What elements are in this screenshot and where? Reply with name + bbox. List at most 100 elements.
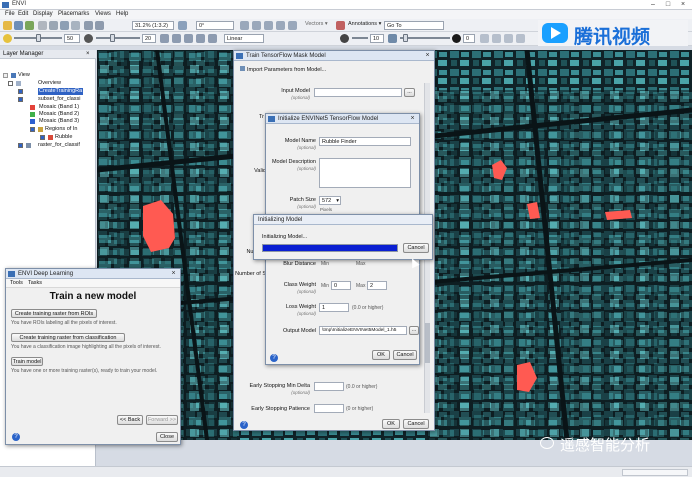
menu-tools[interactable]: Tools — [10, 280, 23, 286]
green-band-icon — [30, 112, 35, 117]
cursor-value-icon[interactable] — [276, 21, 285, 30]
import-parameters-link[interactable]: Import Parameters from Model... — [240, 66, 326, 73]
roi-icon[interactable] — [288, 21, 297, 30]
early-stopping-min-delta-field[interactable] — [314, 382, 344, 391]
help-icon[interactable]: ? — [270, 354, 278, 362]
cancel-button[interactable]: Cancel — [403, 243, 429, 253]
class-weight-sub: (optional) — [297, 289, 316, 294]
model-description-field[interactable] — [319, 158, 411, 188]
sharpen-value[interactable]: 10 — [370, 34, 384, 43]
input-model-browse-button[interactable]: ... — [404, 88, 415, 97]
pan-icon[interactable] — [60, 21, 69, 30]
zoom-in-icon[interactable] — [84, 21, 93, 30]
watermark-top-text: 腾讯视频 — [574, 26, 651, 48]
menu-file[interactable]: File — [5, 11, 15, 17]
loss-weight-label: Loss Weight — [285, 304, 316, 310]
square-root-icon[interactable] — [208, 34, 217, 43]
cursor-icon[interactable] — [38, 21, 47, 30]
class-weight-min-field[interactable]: 0 — [331, 281, 351, 290]
train-model-button[interactable]: Train model — [11, 357, 43, 366]
output-model-field[interactable]: \tmp\InitializeENVINet5Model_1.h5 — [319, 326, 407, 335]
ok-button[interactable]: OK — [382, 419, 400, 429]
histogram-icon[interactable] — [160, 34, 169, 43]
close-button[interactable]: Close — [156, 432, 178, 442]
cancel-button[interactable]: Cancel — [403, 419, 429, 429]
close-icon[interactable]: × — [169, 270, 178, 278]
help-icon[interactable]: ? — [240, 421, 248, 429]
sharpen-slider[interactable] — [352, 37, 368, 39]
contrast-slider[interactable] — [96, 37, 140, 39]
pixel-locator-icon[interactable] — [264, 21, 273, 30]
rotation-combo[interactable]: 0° — [196, 21, 234, 30]
data-manager-icon[interactable] — [14, 21, 23, 30]
transparency-value[interactable]: 0 — [463, 34, 475, 43]
annotations-menu[interactable]: Annotations ▾ — [348, 21, 381, 27]
contrast-knob[interactable] — [110, 34, 115, 42]
early-stopping-min-delta-label: Early Stopping Min Delta — [249, 383, 310, 389]
scrollbar-thumb[interactable] — [425, 323, 430, 363]
transparency-knob[interactable] — [403, 34, 408, 42]
create-from-classification-button[interactable]: Create training raster from classificati… — [11, 333, 125, 342]
close-icon[interactable]: × — [86, 51, 90, 57]
cancel-button[interactable]: Cancel — [393, 350, 417, 360]
stretch-icon[interactable] — [172, 34, 181, 43]
menu-display[interactable]: Display — [33, 11, 53, 17]
brightness-value[interactable]: 50 — [64, 34, 80, 43]
model-name-field[interactable]: Rubble Finder — [319, 137, 411, 146]
swipe-icon[interactable] — [504, 34, 513, 43]
class-weight-max-field[interactable]: 2 — [367, 281, 387, 290]
class-weight-min-label: Min — [321, 283, 330, 289]
min-delta-hint: (0.0 or higher) — [346, 384, 378, 390]
rotate-icon[interactable] — [71, 21, 80, 30]
close-icon[interactable]: × — [423, 52, 432, 60]
wechat-icon — [540, 437, 554, 449]
measure-icon[interactable] — [252, 21, 261, 30]
output-model-browse-button[interactable]: ... — [409, 326, 419, 335]
crosshair-icon[interactable] — [240, 21, 249, 30]
back-button[interactable]: << Back — [117, 415, 143, 425]
loss-weight-field[interactable]: 1 — [319, 303, 349, 312]
close-icon[interactable]: × — [676, 1, 690, 9]
stretch-combo[interactable]: Linear — [224, 34, 264, 43]
menu-edit[interactable]: Edit — [18, 11, 28, 17]
layer-manager-title: Layer Manager — [0, 50, 96, 59]
goto-combo[interactable]: Go To — [384, 21, 444, 30]
tree-item-training-raster[interactable]: CreateTrainingRa — [18, 88, 84, 95]
maximize-icon[interactable]: □ — [661, 1, 675, 9]
zoom-out-icon[interactable] — [95, 21, 104, 30]
open-icon[interactable] — [3, 21, 12, 30]
close-icon[interactable]: × — [408, 115, 417, 123]
flicker-icon[interactable] — [492, 34, 501, 43]
number-of-label: Number of S — [235, 271, 266, 277]
patch-size-field[interactable]: 572 ▾ — [319, 196, 341, 205]
menu-help[interactable]: Help — [116, 11, 128, 17]
forward-button[interactable]: Forward >> — [146, 415, 178, 425]
vectors-menu[interactable]: Vectors ▾ — [305, 21, 328, 27]
equalize-icon[interactable] — [184, 34, 193, 43]
ok-button[interactable]: OK — [372, 350, 390, 360]
help-icon[interactable]: ? — [12, 433, 20, 441]
contrast-value[interactable]: 20 — [142, 34, 156, 43]
create-from-rois-button[interactable]: Create training raster from ROIs — [11, 309, 97, 318]
zoom-combo[interactable]: 31.2% (1:3.2) — [132, 21, 174, 30]
early-stopping-patience-field[interactable] — [314, 404, 344, 413]
minimize-icon[interactable]: – — [646, 1, 660, 9]
menu-tasks[interactable]: Tasks — [28, 280, 42, 286]
gaussian-icon[interactable] — [196, 34, 205, 43]
spinner-icon[interactable]: ▾ — [336, 197, 339, 204]
layer-icon[interactable] — [25, 21, 34, 30]
input-model-field[interactable] — [314, 88, 402, 97]
portal-icon[interactable] — [480, 34, 489, 43]
status-progress-area — [622, 469, 688, 476]
select-icon[interactable] — [49, 21, 58, 30]
brightness-knob[interactable] — [36, 34, 41, 42]
contrast-icon — [84, 34, 93, 43]
title-bar: ENVI – □ × — [0, 0, 692, 10]
raster-icon — [26, 143, 31, 148]
progress-bar — [262, 244, 398, 252]
menu-placemarks[interactable]: Placemarks — [58, 11, 89, 17]
menu-views[interactable]: Views — [95, 11, 111, 17]
annotation-icon[interactable] — [336, 21, 345, 30]
zoom-fit-icon[interactable] — [178, 21, 187, 30]
blend-icon[interactable] — [516, 34, 525, 43]
